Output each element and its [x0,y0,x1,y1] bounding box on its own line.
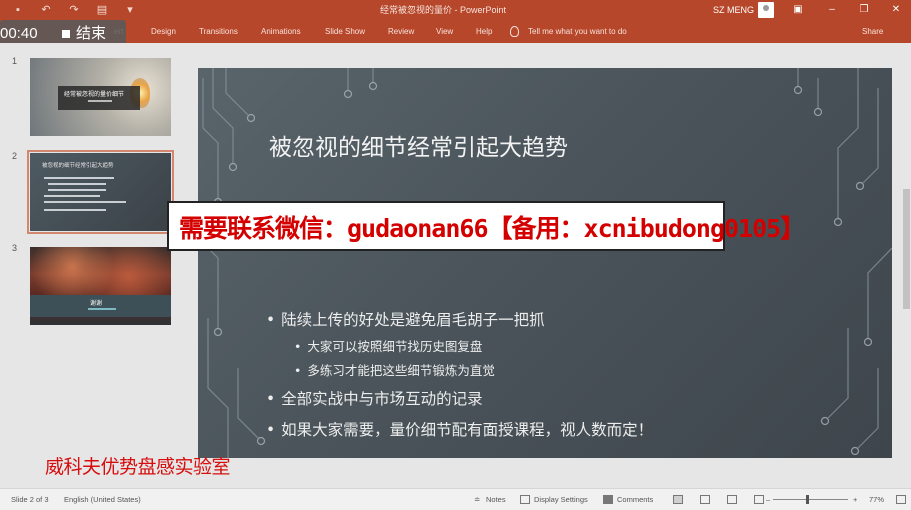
tab-animations[interactable]: Animations [261,20,301,43]
zoom-in-button[interactable]: + [853,489,857,510]
slideshow-view-icon[interactable] [754,495,764,504]
display-settings-icon[interactable] [520,495,530,504]
bullet-icon: • [266,421,276,439]
present-icon[interactable]: ▤ [92,0,112,20]
bullet-text: 大家可以按照细节找历史图复盘 [307,339,483,354]
lab-watermark-text: 威科夫优势盘感实验室 [45,457,231,478]
user-name[interactable]: SZ MENG [713,0,754,20]
document-name: 经常被忽视的量价 [380,5,453,15]
redo-icon[interactable]: ↷ [64,0,84,20]
tab-review[interactable]: Review [388,20,414,43]
slide-thumbnail-3[interactable]: 谢谢 [30,247,171,325]
slide-thumbnail-pane: 1 经常被忽视的量价细节 2 被忽视的细节经常引起大趋势 3 谢谢 [0,43,182,488]
share-button[interactable]: Share [862,20,883,43]
stop-icon[interactable] [62,30,70,38]
bullet-text: 如果大家需要，量价细节配有面授课程，视人数而定！ [281,421,654,439]
restore-button[interactable]: ❐ [852,0,876,20]
status-bar: Slide 2 of 3 English (United States) ≐ N… [0,488,911,510]
bullet-icon: • [294,339,302,354]
save-icon[interactable]: ▪ [8,0,28,20]
slide-thumbnail-1[interactable]: 经常被忽视的量价细节 [30,58,171,136]
tell-me-box[interactable]: Tell me what you want to do [528,20,627,43]
bullet-level-1[interactable]: • 如果大家需要，量价细节配有面授课程，视人数而定！ [266,418,653,440]
slide-number: 1 [12,56,18,66]
slide-sorter-icon[interactable] [700,495,710,504]
bullet-text: 陆续上传的好处是避免眉毛胡子一把抓 [281,311,545,329]
undo-icon[interactable]: ↶ [36,0,56,20]
zoom-slider[interactable] [773,499,848,500]
slide-number: 2 [12,151,18,161]
contact-banner: 需要联系微信：gudaonan66【备用：xcnibudong0105】 [167,201,805,251]
reading-view-icon[interactable] [727,495,737,504]
title-bar: ▪ ↶ ↷ ▤ ▾ 经常被忽视的量价 - PowerPoint SZ MENG … [0,0,911,20]
notes-button[interactable]: Notes [486,489,506,510]
slide-counter: Slide 2 of 3 [11,495,49,504]
slide-canvas[interactable]: 被忽视的细节经常引起大趋势 • 陆续上传的好处是避免眉毛胡子一把抓 • 大家可以按照… [198,68,892,458]
comments-icon[interactable] [603,495,613,504]
ribbon-tabs: ert Design Transitions Animations Slide … [0,20,911,43]
bullet-level-1[interactable]: • 陆续上传的好处是避免眉毛胡子一把抓 [266,308,545,330]
work-area: 1 经常被忽视的量价细节 2 被忽视的细节经常引起大趋势 3 谢谢 被忽视的细节… [0,43,911,488]
language-indicator[interactable]: English (United States) [64,489,141,510]
comments-button[interactable]: Comments [617,489,653,510]
document-title: 经常被忽视的量价 - PowerPoint [380,5,507,15]
bullet-level-2[interactable]: • 多练习才能把这些细节锻炼为直觉 [294,360,495,379]
notes-icon[interactable]: ≐ [474,489,480,510]
bullet-icon: • [294,363,302,378]
bullet-level-2[interactable]: • 大家可以按照细节找历史图复盘 [294,336,482,355]
slide-number: 3 [12,243,18,253]
close-button[interactable]: ✕ [884,0,908,20]
contact-banner-text: 需要联系微信：gudaonan66【备用：xcnibudong0105】 [179,214,805,243]
slide-title[interactable]: 被忽视的细节经常引起大趋势 [269,128,568,162]
lightbulb-icon [510,26,519,37]
fit-to-window-icon[interactable] [896,495,906,504]
tab-design[interactable]: Design [151,20,176,43]
network-image [30,247,171,297]
normal-view-icon[interactable] [673,495,683,504]
tab-transitions[interactable]: Transitions [199,20,238,43]
thumbnail-title: 谢谢 [90,301,103,307]
bullet-icon: • [266,311,276,329]
tab-slide-show[interactable]: Slide Show [325,20,365,43]
tab-view[interactable]: View [436,20,453,43]
zoom-out-button[interactable]: – [766,489,770,510]
display-settings-button[interactable]: Display Settings [534,489,588,510]
vertical-scrollbar[interactable] [902,43,911,488]
app-name: PowerPoint [460,5,507,15]
bullet-icon: • [266,390,276,408]
zoom-level[interactable]: 77% [869,489,884,510]
powerpoint-window: ▪ ↶ ↷ ▤ ▾ 经常被忽视的量价 - PowerPoint SZ MENG … [0,0,911,510]
thumbnail-title: 被忽视的细节经常引起大趋势 [42,163,114,169]
thumbnail-title: 经常被忽视的量价细节 [64,92,125,98]
tab-help[interactable]: Help [476,20,492,43]
scrollbar-thumb[interactable] [903,189,910,309]
bullet-text: 多练习才能把这些细节锻炼为直觉 [307,363,495,378]
quick-access-toolbar: ▪ ↶ ↷ ▤ ▾ [0,0,140,20]
avatar[interactable] [758,2,774,18]
zoom-slider-thumb[interactable] [806,495,809,504]
customize-qat-icon[interactable]: ▾ [120,0,140,20]
ribbon-display-button[interactable]: ▣ [786,0,810,20]
slide-thumbnail-2[interactable]: 被忽视的细节经常引起大趋势 [27,150,174,234]
minimize-button[interactable]: – [820,0,844,20]
bullet-text: 全部实战中与市场互动的记录 [281,390,483,408]
bullet-level-1[interactable]: • 全部实战中与市场互动的记录 [266,387,483,409]
